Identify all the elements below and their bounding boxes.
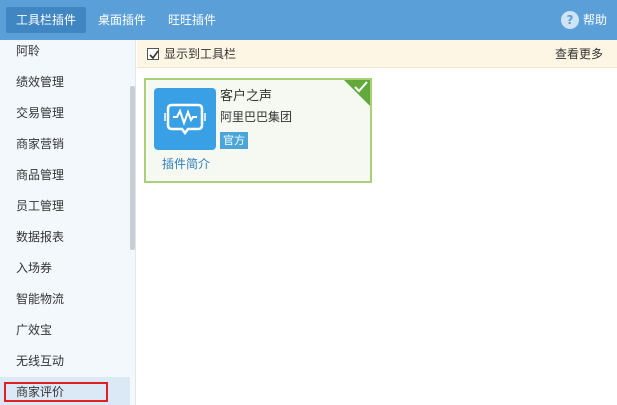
- sidebar-item-reports[interactable]: 数据报表: [0, 222, 130, 253]
- show-in-toolbar-checkbox[interactable]: [147, 48, 159, 60]
- checkmark-icon: [149, 50, 159, 60]
- sidebar-item-wireless[interactable]: 无线互动: [0, 346, 130, 377]
- plugin-app-icon[interactable]: [154, 88, 216, 150]
- sidebar-item-staff[interactable]: 员工管理: [0, 191, 130, 222]
- tab-toolbar-plugins[interactable]: 工具栏插件: [6, 7, 87, 33]
- plugin-title: 客户之声: [220, 89, 273, 104]
- official-badge: 官方: [220, 132, 248, 149]
- plugin-org: 阿里巴巴集团: [220, 110, 293, 124]
- sidebar-item-logistics[interactable]: 智能物流: [0, 284, 130, 315]
- tab-wangwang-plugins[interactable]: 旺旺插件: [158, 7, 226, 33]
- highlight-box: [4, 382, 108, 402]
- help-label: 帮助: [582, 13, 607, 27]
- help-button[interactable]: ? 帮助: [560, 10, 607, 30]
- show-in-toolbar-label[interactable]: 显示到工具栏: [164, 46, 236, 62]
- help-icon: ?: [560, 11, 579, 29]
- plugin-card[interactable]: 客户之声 阿里巴巴集团 官方 插件简介: [144, 78, 372, 183]
- sidebar-item-guangxiaobao[interactable]: 广效宝: [0, 315, 130, 346]
- options-bar: 显示到工具栏 查看更多: [137, 40, 617, 68]
- sidebar-item-trade[interactable]: 交易管理: [0, 98, 130, 129]
- sidebar-scrollbar[interactable]: [130, 86, 135, 250]
- sidebar-item-aling[interactable]: 阿聆: [0, 40, 130, 67]
- sidebar-item-marketing[interactable]: 商家营销: [0, 129, 130, 160]
- top-bar: 工具栏插件 桌面插件 旺旺插件 ? 帮助: [0, 0, 617, 40]
- plugin-intro-link[interactable]: 插件简介: [162, 156, 210, 172]
- check-icon: [354, 81, 368, 93]
- sidebar-item-tickets[interactable]: 入场券: [0, 253, 130, 284]
- see-more-link[interactable]: 查看更多: [555, 46, 603, 62]
- sidebar-item-performance[interactable]: 绩效管理: [0, 67, 130, 98]
- sidebar: 阿聆 绩效管理 交易管理 商家营销 商品管理 员工管理 数据报表 入场券 智能物…: [0, 40, 136, 405]
- voice-wave-icon: [164, 103, 206, 136]
- tab-desktop-plugins[interactable]: 桌面插件: [88, 7, 156, 33]
- sidebar-item-products[interactable]: 商品管理: [0, 160, 130, 191]
